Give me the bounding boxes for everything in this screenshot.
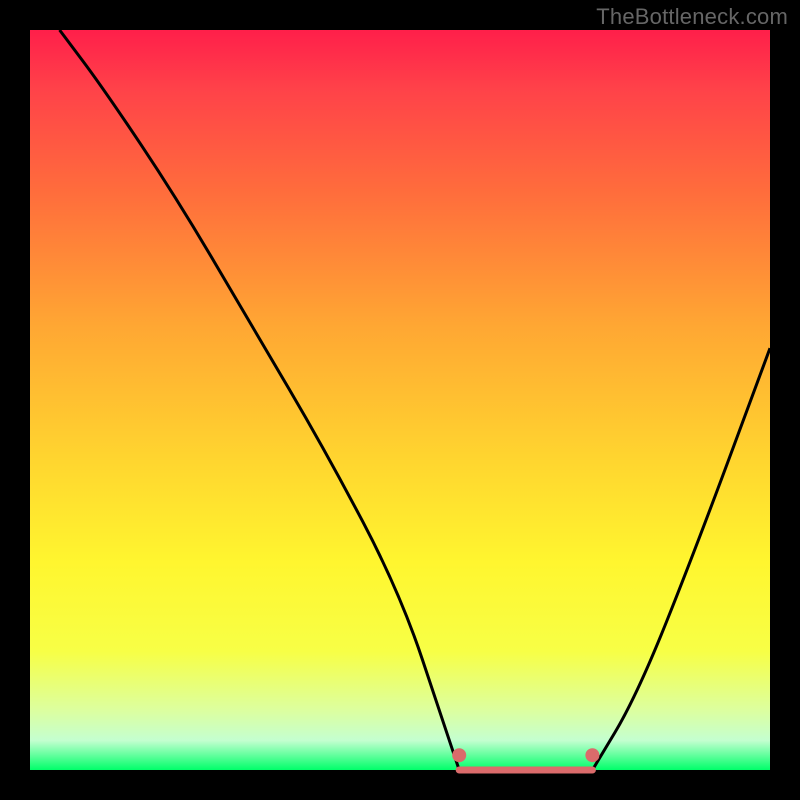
- left-marker-dot: [452, 748, 466, 762]
- right-curve-path: [592, 348, 770, 770]
- left-curve-path: [60, 30, 460, 770]
- right-marker-dot: [585, 748, 599, 762]
- bottleneck-curve-chart: [0, 0, 800, 800]
- attribution-text: TheBottleneck.com: [596, 4, 788, 30]
